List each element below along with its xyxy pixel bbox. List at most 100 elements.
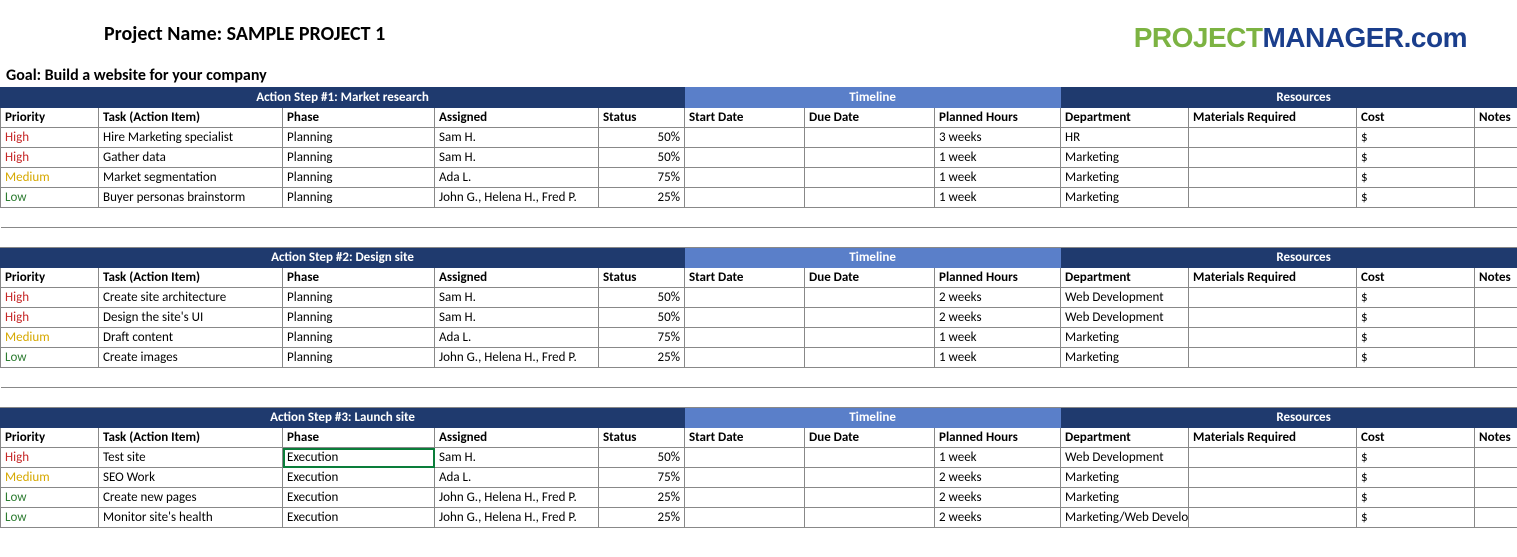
cell-department[interactable]: Marketing <box>1061 348 1189 368</box>
cell-cost[interactable]: $ <box>1357 328 1475 348</box>
cell-materials[interactable] <box>1189 128 1357 148</box>
cell-department[interactable]: Web Development <box>1061 288 1189 308</box>
cell-phase[interactable]: Execution <box>283 508 435 528</box>
cell-materials[interactable] <box>1189 448 1357 468</box>
cell-start-date[interactable] <box>685 488 805 508</box>
cell-task[interactable]: Monitor site's health <box>99 508 283 528</box>
cell-department[interactable]: Web Development <box>1061 308 1189 328</box>
cell-phase[interactable]: Execution <box>283 488 435 508</box>
cell-planned-hours[interactable]: 1 week <box>935 148 1061 168</box>
cell-materials[interactable] <box>1189 328 1357 348</box>
cell-assigned[interactable]: Sam H. <box>435 148 599 168</box>
cell-status[interactable]: 50% <box>599 148 685 168</box>
cell-department[interactable]: Marketing <box>1061 468 1189 488</box>
cell-department[interactable]: Marketing <box>1061 148 1189 168</box>
cell-materials[interactable] <box>1189 168 1357 188</box>
cell-phase[interactable]: Planning <box>283 328 435 348</box>
cell-due-date[interactable] <box>805 128 935 148</box>
cell-due-date[interactable] <box>805 348 935 368</box>
cell-planned-hours[interactable]: 1 week <box>935 188 1061 208</box>
cell-assigned[interactable]: John G., Helena H., Fred P. <box>435 508 599 528</box>
cell-planned-hours[interactable]: 1 week <box>935 168 1061 188</box>
cell-cost[interactable]: $ <box>1357 488 1475 508</box>
cell-phase[interactable]: Execution <box>283 468 435 488</box>
cell-status[interactable]: 50% <box>599 308 685 328</box>
cell-priority[interactable]: Low <box>1 348 99 368</box>
cell-phase[interactable]: Planning <box>283 188 435 208</box>
cell-department[interactable]: Web Development <box>1061 448 1189 468</box>
cell-status[interactable]: 50% <box>599 288 685 308</box>
cell-assigned[interactable]: Sam H. <box>435 288 599 308</box>
cell-notes[interactable] <box>1475 288 1517 308</box>
table-row[interactable]: HighHire Marketing specialistPlanningSam… <box>1 128 1517 148</box>
cell-status[interactable]: 50% <box>599 128 685 148</box>
cell-phase[interactable]: Planning <box>283 168 435 188</box>
cell-materials[interactable] <box>1189 188 1357 208</box>
cell-task[interactable]: Design the site's UI <box>99 308 283 328</box>
cell-phase[interactable]: Planning <box>283 148 435 168</box>
cell-cost[interactable]: $ <box>1357 288 1475 308</box>
cell-due-date[interactable] <box>805 148 935 168</box>
cell-start-date[interactable] <box>685 168 805 188</box>
cell-planned-hours[interactable]: 2 weeks <box>935 468 1061 488</box>
cell-notes[interactable] <box>1475 168 1517 188</box>
cell-task[interactable]: Test site <box>99 448 283 468</box>
cell-start-date[interactable] <box>685 308 805 328</box>
cell-task[interactable]: Create site architecture <box>99 288 283 308</box>
cell-planned-hours[interactable]: 2 weeks <box>935 288 1061 308</box>
cell-assigned[interactable]: Sam H. <box>435 448 599 468</box>
cell-priority[interactable]: High <box>1 308 99 328</box>
cell-planned-hours[interactable]: 3 weeks <box>935 128 1061 148</box>
cell-notes[interactable] <box>1475 128 1517 148</box>
cell-phase[interactable]: Execution <box>283 448 435 468</box>
table-row[interactable]: HighCreate site architecturePlanningSam … <box>1 288 1517 308</box>
table-row[interactable]: LowMonitor site's healthExecutionJohn G.… <box>1 508 1517 528</box>
cell-cost[interactable]: $ <box>1357 468 1475 488</box>
cell-assigned[interactable]: John G., Helena H., Fred P. <box>435 188 599 208</box>
cell-start-date[interactable] <box>685 448 805 468</box>
cell-notes[interactable] <box>1475 188 1517 208</box>
cell-priority[interactable]: High <box>1 448 99 468</box>
cell-priority[interactable]: Medium <box>1 168 99 188</box>
cell-due-date[interactable] <box>805 168 935 188</box>
cell-notes[interactable] <box>1475 308 1517 328</box>
cell-cost[interactable]: $ <box>1357 508 1475 528</box>
cell-due-date[interactable] <box>805 328 935 348</box>
cell-priority[interactable]: High <box>1 128 99 148</box>
table-row[interactable]: LowCreate new pagesExecutionJohn G., Hel… <box>1 488 1517 508</box>
cell-task[interactable]: Create new pages <box>99 488 283 508</box>
cell-department[interactable]: Marketing <box>1061 188 1189 208</box>
cell-start-date[interactable] <box>685 148 805 168</box>
cell-status[interactable]: 25% <box>599 488 685 508</box>
cell-materials[interactable] <box>1189 308 1357 328</box>
table-row[interactable]: HighTest siteExecutionSam H.50%1 weekWeb… <box>1 448 1517 468</box>
cell-assigned[interactable]: Sam H. <box>435 308 599 328</box>
cell-assigned[interactable]: Sam H. <box>435 128 599 148</box>
cell-task[interactable]: Draft content <box>99 328 283 348</box>
cell-materials[interactable] <box>1189 148 1357 168</box>
cell-due-date[interactable] <box>805 488 935 508</box>
cell-start-date[interactable] <box>685 288 805 308</box>
cell-start-date[interactable] <box>685 508 805 528</box>
cell-assigned[interactable]: John G., Helena H., Fred P. <box>435 348 599 368</box>
cell-status[interactable]: 25% <box>599 348 685 368</box>
cell-phase[interactable]: Planning <box>283 348 435 368</box>
cell-planned-hours[interactable]: 2 weeks <box>935 488 1061 508</box>
cell-materials[interactable] <box>1189 488 1357 508</box>
cell-notes[interactable] <box>1475 148 1517 168</box>
cell-priority[interactable]: Low <box>1 488 99 508</box>
cell-start-date[interactable] <box>685 348 805 368</box>
cell-task[interactable]: Create images <box>99 348 283 368</box>
cell-assigned[interactable]: John G., Helena H., Fred P. <box>435 488 599 508</box>
cell-priority[interactable]: Low <box>1 188 99 208</box>
cell-cost[interactable]: $ <box>1357 348 1475 368</box>
cell-department[interactable]: Marketing <box>1061 168 1189 188</box>
cell-priority[interactable]: Medium <box>1 468 99 488</box>
cell-notes[interactable] <box>1475 488 1517 508</box>
table-row[interactable]: HighGather dataPlanningSam H.50%1 weekMa… <box>1 148 1517 168</box>
cell-notes[interactable] <box>1475 508 1517 528</box>
cell-phase[interactable]: Planning <box>283 288 435 308</box>
cell-notes[interactable] <box>1475 448 1517 468</box>
cell-start-date[interactable] <box>685 188 805 208</box>
cell-notes[interactable] <box>1475 468 1517 488</box>
